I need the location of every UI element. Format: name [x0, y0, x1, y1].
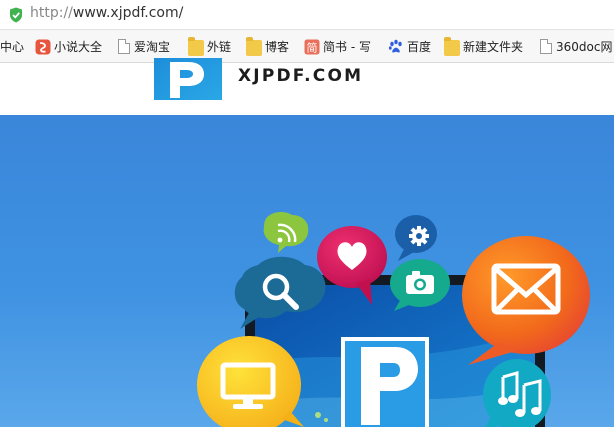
baidu-paw-icon [388, 39, 402, 52]
novel-app-icon [35, 39, 51, 54]
bookmark-jianshu[interactable]: 简 简书 - 写 [304, 30, 371, 62]
bookmark-label: 爱淘宝 [134, 40, 171, 54]
hero-illustration [197, 212, 590, 427]
url-text[interactable]: http://www.xjpdf.com/ [30, 5, 183, 21]
bookmark-label: 博客 [265, 40, 290, 54]
bookmark-baidu[interactable]: 百度 [388, 30, 432, 62]
center-logo-icon [341, 337, 429, 427]
bookmark-label: 简书 - 写 [323, 40, 371, 54]
gear-icon [409, 226, 429, 246]
bookmark-360doc[interactable]: 360doc网 [538, 30, 613, 62]
gear-bubble [395, 215, 437, 261]
page-icon [118, 39, 130, 54]
site-name[interactable]: XJPDF.COM [238, 66, 363, 86]
bookmark-novels[interactable]: 小说大全 [35, 30, 103, 62]
bookmark-blog-folder[interactable]: 博客 [246, 30, 290, 62]
rss-bubble [263, 212, 309, 253]
url-host: www.xjpdf.com/ [72, 5, 184, 21]
address-bar[interactable]: http://www.xjpdf.com/ [0, 0, 614, 30]
hero-banner [0, 115, 614, 427]
bookmark-label: 外链 [207, 40, 232, 54]
bookmark-label: 360doc网 [556, 40, 613, 54]
page-icon [540, 39, 552, 54]
xjpdf-logo[interactable] [154, 58, 222, 100]
bookmark-new-folder[interactable]: 新建文件夹 [444, 30, 524, 62]
folder-icon [444, 36, 460, 56]
bookmarks-bar: 中心 小说大全 爱淘宝 外链 博客 简 简书 - 写 百度 新建文件夹 360d… [0, 30, 614, 63]
jianshu-icon: 简 [304, 39, 320, 54]
bookmark-label: 小说大全 [54, 40, 103, 54]
url-scheme: http:// [30, 5, 73, 21]
folder-icon [188, 36, 204, 56]
folder-icon [246, 36, 262, 56]
bookmark-label: 百度 [407, 40, 432, 54]
secure-shield-icon [10, 7, 22, 23]
bookmark-label: 中心 [0, 40, 25, 54]
svg-text:简: 简 [307, 40, 318, 54]
bookmark-center[interactable]: 中心 [0, 30, 25, 62]
bookmark-label: 新建文件夹 [463, 40, 524, 54]
